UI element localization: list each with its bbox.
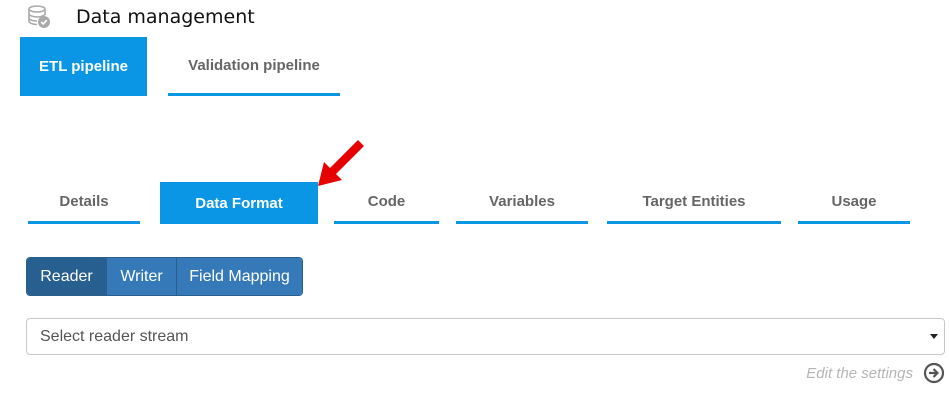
tab-target-entities[interactable]: Target Entities	[607, 182, 781, 224]
edit-settings-link[interactable]: Edit the settings	[806, 361, 945, 385]
writer-button[interactable]: Writer	[106, 258, 176, 295]
page-header: Data management	[26, 4, 255, 30]
reader-stream-select-value: Select reader stream	[40, 327, 189, 345]
sub-tab-bar: Details Data Format Code Variables Targe…	[0, 182, 949, 224]
reader-stream-select[interactable]: Select reader stream	[26, 318, 945, 355]
tab-etl-pipeline[interactable]: ETL pipeline	[20, 37, 147, 96]
tab-usage[interactable]: Usage	[798, 182, 910, 224]
caret-down-icon	[930, 334, 938, 339]
field-mapping-button[interactable]: Field Mapping	[176, 258, 302, 295]
tab-details[interactable]: Details	[28, 182, 140, 224]
database-check-icon	[28, 5, 50, 28]
edit-settings-label: Edit the settings	[806, 364, 913, 382]
arrow-circle-right-icon[interactable]	[923, 362, 945, 384]
tab-validation-pipeline[interactable]: Validation pipeline	[168, 37, 340, 96]
reader-writer-button-group: Reader Writer Field Mapping	[26, 257, 303, 296]
tab-data-format[interactable]: Data Format	[160, 182, 318, 224]
red-arrow-icon	[318, 140, 364, 186]
top-tab-bar: ETL pipeline Validation pipeline	[20, 37, 340, 96]
reader-button[interactable]: Reader	[27, 258, 106, 295]
tab-variables[interactable]: Variables	[456, 182, 588, 224]
tab-code[interactable]: Code	[334, 182, 439, 224]
page-title: Data management	[76, 6, 255, 28]
